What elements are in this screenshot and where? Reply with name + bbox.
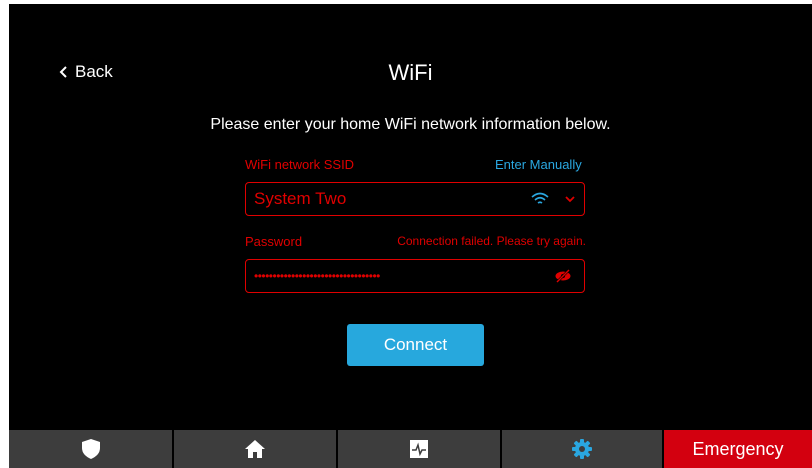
connect-button[interactable]: Connect xyxy=(347,324,484,366)
home-icon xyxy=(244,439,266,459)
ssid-select[interactable]: System Two xyxy=(245,182,585,216)
password-field[interactable]: •••••••••••••••••••••••••••••••••• xyxy=(245,259,585,293)
bottom-nav: Emergency xyxy=(9,430,812,468)
enter-manually-link[interactable]: Enter Manually xyxy=(495,157,582,172)
eye-off-icon[interactable] xyxy=(554,269,572,283)
activity-icon xyxy=(409,439,429,459)
nav-home[interactable] xyxy=(174,430,338,468)
gear-icon xyxy=(571,438,593,460)
shield-icon xyxy=(81,438,101,460)
ssid-label: WiFi network SSID xyxy=(245,157,355,172)
nav-security[interactable] xyxy=(9,430,174,468)
nav-activity[interactable] xyxy=(338,430,502,468)
password-label: Password xyxy=(245,234,303,249)
chevron-down-icon[interactable] xyxy=(564,194,576,204)
emergency-button[interactable]: Emergency xyxy=(664,430,812,468)
wifi-screen: Back WiFi Please enter your home WiFi ne… xyxy=(9,4,812,468)
page-title: WiFi xyxy=(388,60,433,85)
ssid-value: System Two xyxy=(254,189,347,208)
password-error: Connection failed. Please try again. xyxy=(397,234,586,248)
wifi-icon xyxy=(530,191,550,207)
instruction-text: Please enter your home WiFi network info… xyxy=(210,116,611,133)
password-value: •••••••••••••••••••••••••••••••••• xyxy=(254,269,380,283)
nav-settings[interactable] xyxy=(502,430,664,468)
